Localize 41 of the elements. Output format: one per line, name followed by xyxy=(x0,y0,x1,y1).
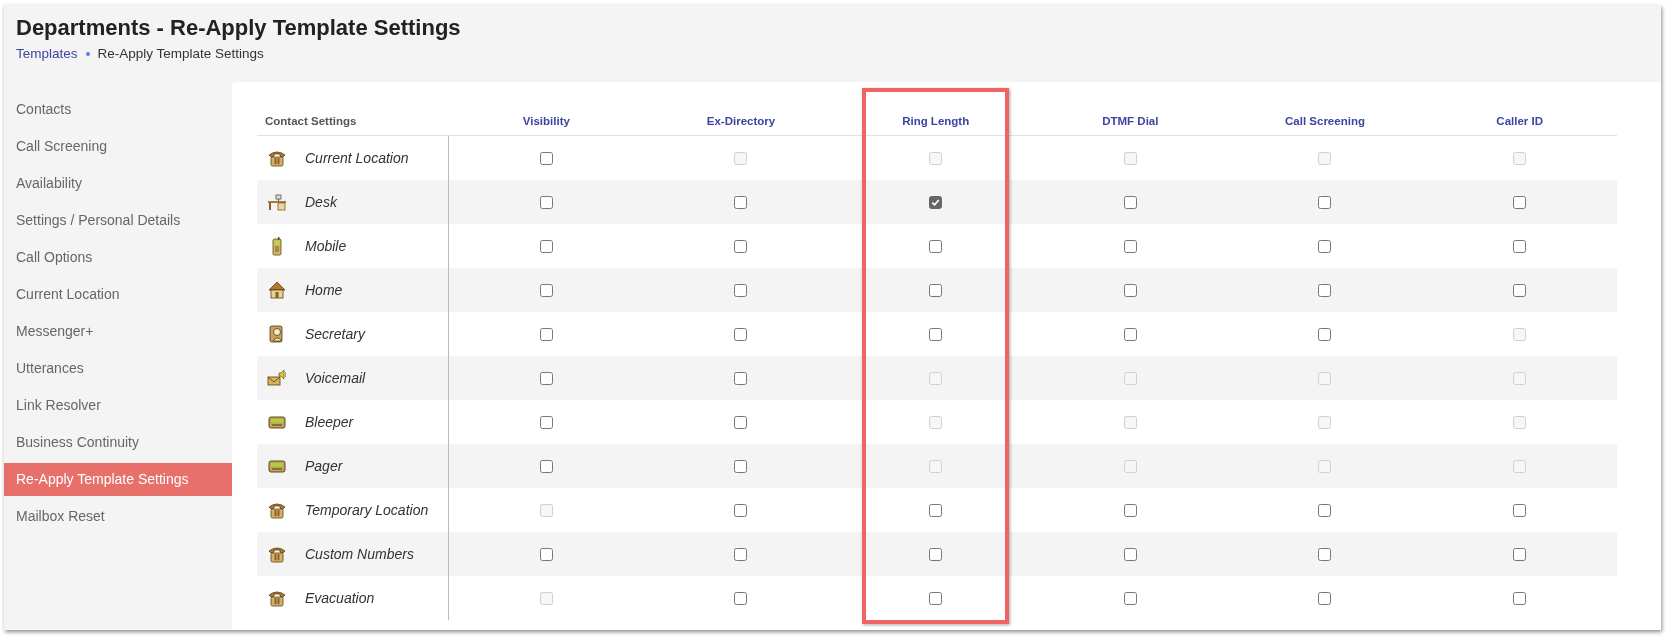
row-label: Custom Numbers xyxy=(305,546,414,562)
column-header[interactable]: Caller ID xyxy=(1422,82,1617,136)
row-label: Evacuation xyxy=(305,590,375,606)
telephone-icon xyxy=(267,544,287,564)
breadcrumb-link[interactable]: Templates xyxy=(16,46,78,61)
column-header[interactable]: DTMF Dial xyxy=(1033,82,1228,136)
desk-icon xyxy=(267,192,287,212)
telephone-icon xyxy=(267,500,287,520)
column-header[interactable]: Ex-Directory xyxy=(643,82,839,136)
sidebar-item[interactable]: Link Resolver xyxy=(4,387,232,424)
sidebar-item[interactable]: Mailbox Reset xyxy=(4,498,232,535)
row-label: Temporary Location xyxy=(305,502,429,518)
sidebar-item[interactable]: Call Options xyxy=(4,239,232,276)
page-title: Departments - Re-Apply Template Settings xyxy=(16,15,462,41)
breadcrumb-separator-icon xyxy=(85,51,90,56)
column-header[interactable]: Visibility xyxy=(449,82,644,136)
column-header[interactable]: Call Screening xyxy=(1227,82,1423,136)
breadcrumb-current: Re-Apply Template Settings xyxy=(97,46,264,61)
column-header[interactable]: Ring Length xyxy=(838,82,1033,136)
row-label: Current Location xyxy=(305,150,409,166)
envelope-speaker-icon xyxy=(267,368,287,388)
house-icon xyxy=(267,280,287,300)
telephone-icon xyxy=(267,588,287,608)
telephone-icon xyxy=(267,148,287,168)
sidebar-item[interactable]: Contacts xyxy=(4,91,232,128)
sidebar-item[interactable]: Availability xyxy=(4,165,232,202)
sidebar-item[interactable]: Current Location xyxy=(4,276,232,313)
row-label: Home xyxy=(305,282,343,298)
row-label: Secretary xyxy=(305,326,365,342)
row-label: Desk xyxy=(305,194,337,210)
sidebar-item[interactable]: Business Continuity xyxy=(4,424,232,461)
row-label: Pager xyxy=(305,458,343,474)
row-label: Mobile xyxy=(305,238,347,254)
sidebar-item[interactable]: Re-Apply Template Settings xyxy=(4,463,232,496)
row-label: Bleeper xyxy=(305,414,354,430)
sidebar-item[interactable]: Call Screening xyxy=(4,128,232,165)
sidebar-item[interactable]: Messenger+ xyxy=(4,313,232,350)
row-label: Voicemail xyxy=(305,370,366,386)
column-header: Contact Settings xyxy=(265,115,357,127)
sidebar-item[interactable]: Settings / Personal Details xyxy=(4,202,232,239)
sidebar-item[interactable]: Utterances xyxy=(4,350,232,387)
